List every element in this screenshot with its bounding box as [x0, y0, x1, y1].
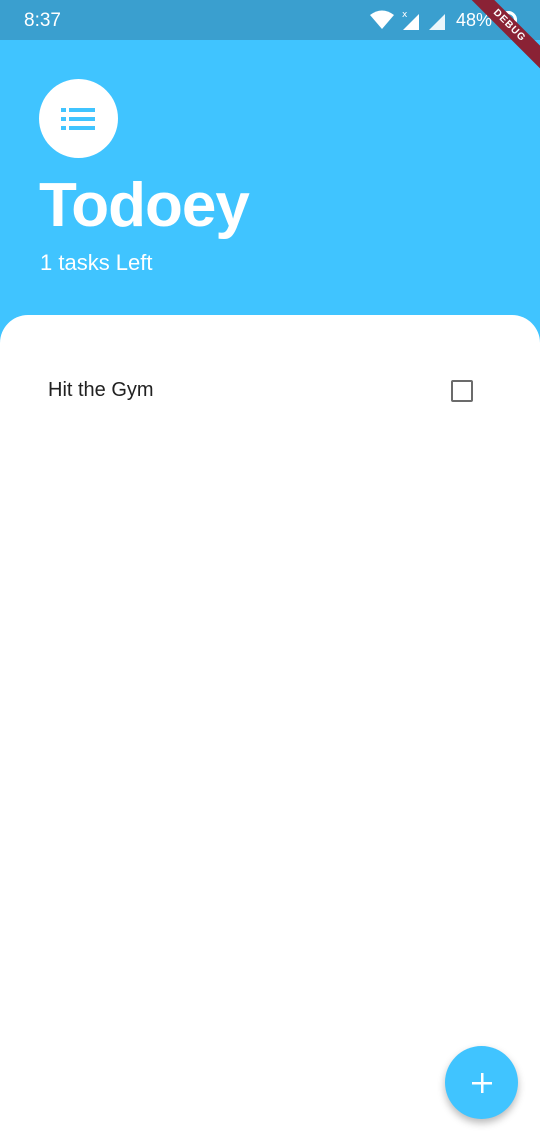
- page-title: Todoey: [39, 171, 250, 240]
- list-icon: [60, 107, 95, 130]
- signal-icon: [428, 14, 445, 30]
- wifi-icon: [369, 10, 394, 29]
- task-checkbox[interactable]: [451, 380, 473, 402]
- add-icon: [471, 1072, 492, 1093]
- task-item[interactable]: Hit the Gym: [0, 365, 540, 417]
- header-icon-circle: [39, 79, 118, 158]
- signal-icon: x: [402, 10, 419, 30]
- tasks-left-count: 1 tasks Left: [40, 250, 153, 275]
- svg-text:x: x: [402, 10, 408, 20]
- status-time: 8:37: [24, 10, 61, 31]
- task-title: Hit the Gym: [48, 379, 154, 401]
- task-list-sheet: Hit the Gym: [0, 315, 540, 1140]
- add-task-button[interactable]: [445, 1046, 518, 1119]
- status-bar: 8:37 x 48%: [0, 0, 540, 40]
